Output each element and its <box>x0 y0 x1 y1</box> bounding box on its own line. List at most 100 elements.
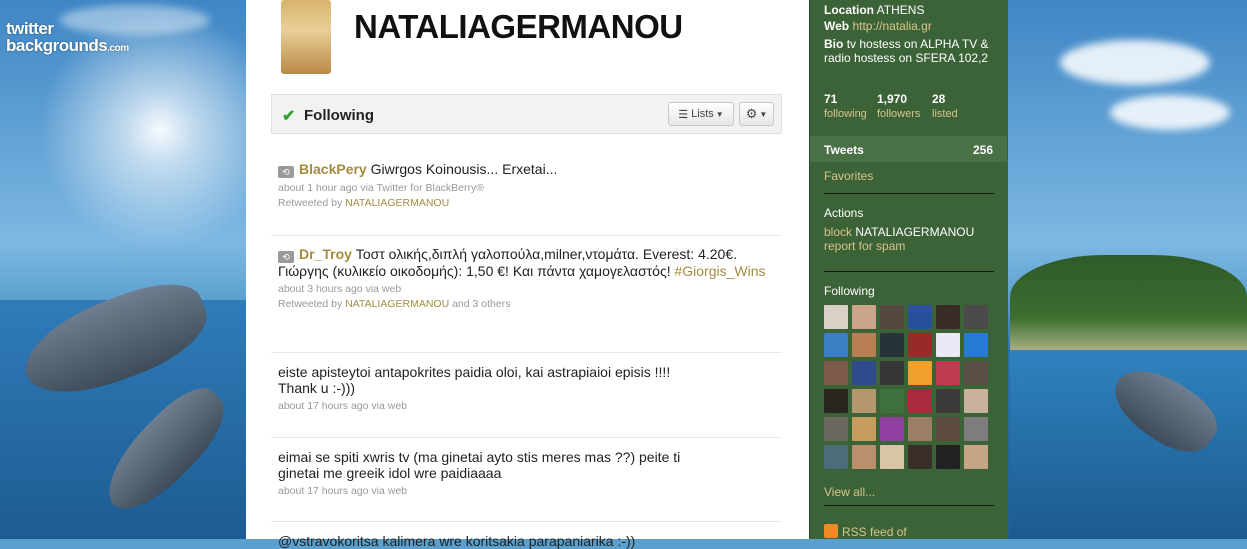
cloud <box>1060 40 1210 85</box>
avatar[interactable] <box>880 333 904 357</box>
following-count[interactable]: 71 <box>824 92 837 106</box>
tweet-author[interactable]: Dr_Troy <box>299 246 352 262</box>
listed-count[interactable]: 28 <box>932 92 945 106</box>
avatar[interactable] <box>964 417 988 441</box>
tweet-item: eiste apisteytoi antapokrites paidia olo… <box>278 364 698 414</box>
lists-button[interactable]: ☰ Lists ▼ <box>668 102 734 126</box>
report-spam-link[interactable]: report for spam <box>824 239 905 253</box>
tweet-item: eimai se spiti xwris tv (ma ginetai ayto… <box>278 449 698 499</box>
avatar[interactable] <box>880 361 904 385</box>
rss-icon <box>824 524 838 538</box>
retweet-icon: ⟲ <box>278 166 294 178</box>
avatar[interactable] <box>908 361 932 385</box>
avatar[interactable] <box>852 305 876 329</box>
avatar[interactable] <box>824 445 848 469</box>
tweet-text: eimai se spiti xwris tv (ma ginetai ayto… <box>278 449 681 481</box>
tweet-author[interactable]: BlackPery <box>299 161 367 177</box>
divider <box>271 352 782 353</box>
avatar[interactable] <box>908 417 932 441</box>
avatar[interactable] <box>824 305 848 329</box>
tweet-text: @vstravokoritsa kalimera wre koritsakia … <box>278 533 636 549</box>
tweet-timestamp[interactable]: about 3 hours ago via web <box>278 283 401 295</box>
followers-count[interactable]: 1,970 <box>877 92 907 106</box>
rss-feed-link[interactable]: RSS feed of <box>842 525 907 539</box>
avatar[interactable] <box>964 445 988 469</box>
tweet-timestamp[interactable]: about 17 hours ago via web <box>278 399 698 414</box>
avatar[interactable] <box>908 389 932 413</box>
avatar[interactable] <box>936 305 960 329</box>
tweet-timestamp[interactable]: about 17 hours ago via web <box>278 484 698 499</box>
location-row: Location ATHENS <box>824 3 925 17</box>
avatar[interactable] <box>964 305 988 329</box>
gear-menu-button[interactable]: ⚙ ▼ <box>739 102 774 126</box>
cloud <box>1110 95 1230 130</box>
actions-title: Actions <box>824 206 864 220</box>
followers-label[interactable]: followers <box>877 108 920 120</box>
tweet-text: Giwrgos Koinousis... Erxetai... <box>366 161 558 177</box>
website-link[interactable]: http://natalia.gr <box>852 19 931 33</box>
view-all-link[interactable]: View all... <box>824 485 875 499</box>
twitter-backgrounds-logo: twitter backgrounds.com <box>6 19 129 55</box>
block-row: block NATALIAGERMANOU <box>824 225 975 239</box>
avatar[interactable] <box>852 361 876 385</box>
avatar[interactable] <box>964 389 988 413</box>
divider <box>824 505 994 506</box>
avatar[interactable] <box>964 361 988 385</box>
avatar[interactable] <box>908 445 932 469</box>
web-row: Web http://natalia.gr <box>824 19 932 33</box>
following-status[interactable]: Following <box>304 107 374 124</box>
following-avatars-grid <box>824 305 994 469</box>
island <box>1010 255 1247 360</box>
retweeted-by-link[interactable]: NATALIAGERMANOU <box>345 197 449 209</box>
tweet-item: @vstravokoritsa kalimera wre koritsakia … <box>278 533 698 549</box>
tweet-item: ⟲ Dr_Troy Τοστ ολικής,διπλή γαλοπούλα,mil… <box>278 246 766 310</box>
avatar[interactable] <box>908 333 932 357</box>
listed-label[interactable]: listed <box>932 108 958 120</box>
retweeted-by-link[interactable]: NATALIAGERMANOU <box>345 298 449 310</box>
avatar[interactable] <box>880 305 904 329</box>
bio-row: Bio tv hostess on ALPHA TV & radio hoste… <box>824 37 989 65</box>
avatar[interactable] <box>908 305 932 329</box>
profile-sidebar: Location ATHENS Web http://natalia.gr Bi… <box>809 0 1008 539</box>
block-link[interactable]: block <box>824 225 852 239</box>
following-label[interactable]: following <box>824 108 867 120</box>
avatar[interactable] <box>936 333 960 357</box>
hashtag-link[interactable]: #Giorgis_Wins <box>674 263 765 279</box>
divider <box>271 521 782 522</box>
divider <box>824 271 994 272</box>
profile-screen-name: NATALIAGERMANOU <box>354 8 683 45</box>
avatar[interactable] <box>880 445 904 469</box>
avatar[interactable] <box>880 417 904 441</box>
profile-avatar[interactable] <box>281 0 331 74</box>
main-content: NATALIAGERMANOU ✔ Following ☰ Lists ▼ ⚙ … <box>246 0 809 549</box>
following-title: Following <box>824 284 875 298</box>
tweet-timestamp[interactable]: about 1 hour ago via Twitter for BlackBe… <box>278 182 484 194</box>
avatar[interactable] <box>964 333 988 357</box>
caret-down-icon: ▼ <box>759 109 768 119</box>
avatar[interactable] <box>852 417 876 441</box>
favorites-link[interactable]: Favorites <box>824 169 873 183</box>
avatar[interactable] <box>852 389 876 413</box>
avatar[interactable] <box>824 361 848 385</box>
caret-down-icon: ▼ <box>715 109 724 119</box>
divider <box>271 437 782 438</box>
avatar[interactable] <box>824 417 848 441</box>
tweets-tab[interactable]: Tweets 256 <box>810 136 1007 162</box>
tweets-count: 256 <box>972 143 993 157</box>
follow-bar: ✔ Following ☰ Lists ▼ ⚙ ▼ <box>271 94 782 134</box>
avatar[interactable] <box>852 445 876 469</box>
divider <box>824 193 994 194</box>
checkmark-icon: ✔ <box>282 108 296 125</box>
retweet-icon: ⟲ <box>278 251 294 263</box>
avatar[interactable] <box>824 389 848 413</box>
avatar[interactable] <box>936 417 960 441</box>
avatar[interactable] <box>880 389 904 413</box>
avatar[interactable] <box>936 445 960 469</box>
avatar[interactable] <box>824 333 848 357</box>
gear-icon: ⚙ <box>745 106 758 121</box>
avatar[interactable] <box>936 389 960 413</box>
avatar[interactable] <box>852 333 876 357</box>
avatar[interactable] <box>936 361 960 385</box>
list-icon: ☰ <box>678 108 689 121</box>
tweet-text: eiste apisteytoi antapokrites paidia olo… <box>278 364 671 396</box>
